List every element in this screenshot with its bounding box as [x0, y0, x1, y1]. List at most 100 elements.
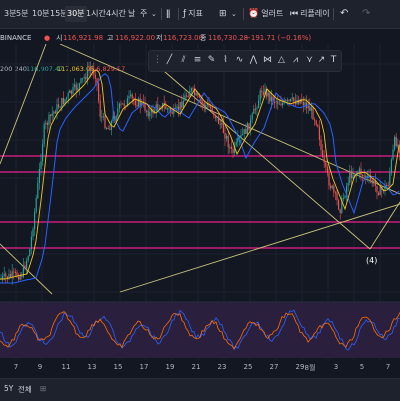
pattern-tool-icon[interactable]: ⋀ — [247, 53, 260, 68]
candle-body — [304, 102, 306, 106]
candle-body — [246, 123, 248, 134]
candle-body — [83, 77, 85, 79]
pen-tool-icon[interactable]: ✎ — [205, 53, 218, 68]
candle-body — [43, 123, 45, 145]
candle-body — [275, 101, 277, 103]
candle-body — [149, 112, 151, 117]
candle-body — [90, 69, 92, 71]
price-chart[interactable] — [0, 44, 400, 360]
top-toolbar: 3분 5분 10분 15분 30분 1시간 4시간 날 주 ⌄ ǁ ƒ 지표 ⊞ … — [0, 0, 400, 29]
range-all-button[interactable]: 전체 — [18, 384, 32, 395]
candle-body — [157, 104, 159, 109]
candle-body — [315, 120, 317, 125]
candle-body — [56, 104, 58, 114]
candle-body — [115, 115, 117, 120]
candle-body — [299, 99, 301, 104]
templates-dropdown-icon[interactable]: ⌄ — [231, 6, 237, 22]
date-range-icon[interactable]: ⊞ — [40, 384, 46, 393]
candle-body — [166, 108, 168, 110]
wave-tool-icon[interactable]: ∿ — [233, 53, 246, 68]
change-value: −191.71 (−0.16%) — [245, 34, 312, 42]
candle-body — [94, 75, 96, 79]
candle-body — [259, 90, 261, 101]
candle-body — [62, 98, 64, 104]
candle-body — [221, 123, 223, 125]
close-value: 116,730.28 — [208, 34, 249, 42]
candle-body — [288, 99, 290, 102]
timeframe-day[interactable]: 날 — [126, 6, 137, 22]
time-tick: 7 — [385, 363, 391, 371]
candle-body — [146, 110, 148, 112]
xabcd-tool-icon[interactable]: ⋈ — [261, 53, 274, 68]
timeframe-week[interactable]: 주 — [138, 6, 149, 22]
timeframe-dropdown-icon[interactable]: ⌄ — [149, 6, 159, 22]
low-value: 116,723.00 — [163, 34, 204, 42]
chart-type-button[interactable]: ǁ — [166, 6, 172, 22]
indicators-button[interactable]: ƒ 지표 — [183, 6, 203, 22]
candle-body — [139, 98, 141, 106]
candle-body — [18, 276, 20, 280]
candle-body — [307, 106, 309, 109]
fib-tool-icon[interactable]: ≡ — [191, 53, 204, 68]
head-shoulders-tool-icon[interactable]: ⩘ — [289, 53, 302, 68]
candle-body — [13, 271, 15, 273]
timeframe-4h[interactable]: 4시간 — [104, 6, 128, 22]
candle-body — [350, 170, 352, 179]
candle-body — [45, 122, 47, 124]
candle-body — [339, 209, 341, 214]
candle-body — [262, 92, 264, 96]
candle-body — [2, 275, 4, 279]
candle-body — [82, 78, 84, 80]
candle-body — [59, 107, 61, 109]
triangle-tool-icon[interactable]: △ — [275, 53, 288, 68]
candle-body — [46, 122, 48, 125]
candle-body — [88, 69, 90, 71]
elliott-wave-label: (4) — [366, 256, 378, 265]
redo-icon[interactable]: ↷ — [362, 6, 370, 22]
candle-body — [245, 129, 247, 134]
candle-body — [24, 265, 26, 269]
candle-body — [91, 69, 93, 71]
candle-body — [168, 108, 170, 110]
line-tool-icon[interactable]: ╱ — [163, 53, 176, 68]
candle-body — [342, 197, 344, 199]
candle-body — [318, 126, 320, 140]
candle-body — [394, 136, 396, 150]
candle-body — [285, 100, 287, 102]
time-tick: 5 — [359, 363, 365, 371]
templates-button[interactable]: ⊞ — [219, 6, 229, 22]
candle-body — [75, 84, 77, 91]
candle-body — [326, 166, 328, 174]
candle-body — [120, 103, 122, 105]
timeframe-5m[interactable]: 5분 — [14, 6, 30, 22]
candle-body — [3, 273, 5, 276]
candle-body — [390, 159, 392, 173]
zigzag-tool-icon[interactable]: ⌇ — [219, 53, 232, 68]
stochastic-panel — [0, 301, 400, 358]
candle-body — [269, 92, 271, 102]
candle-body — [203, 103, 205, 107]
candle-body — [186, 95, 188, 97]
support-resistance-levels — [0, 155, 400, 249]
candle-body — [362, 174, 364, 177]
candle-body — [61, 98, 63, 108]
candle-body — [379, 186, 381, 195]
candle-body — [322, 149, 324, 157]
candle-body — [202, 101, 204, 104]
candle-body — [302, 102, 304, 106]
candle-body — [261, 90, 263, 93]
candle-body — [312, 107, 314, 120]
candle-body — [98, 83, 100, 101]
candle-body — [106, 128, 108, 130]
candle-body — [330, 185, 332, 189]
range-5y-button[interactable]: 5Y — [4, 384, 13, 393]
alert-button[interactable]: ⏰ 얼러트 — [248, 6, 283, 22]
text-tool-icon[interactable]: T — [327, 53, 340, 68]
candle-body — [213, 112, 215, 115]
replay-button[interactable]: ⏮ 리플레이 — [290, 6, 330, 22]
channel-tool-icon[interactable]: ⫽ — [177, 53, 190, 68]
high-label: 고 — [107, 34, 114, 42]
undo-icon[interactable]: ↶ — [340, 6, 348, 22]
candle-body — [189, 91, 191, 97]
candle-body — [250, 119, 252, 131]
